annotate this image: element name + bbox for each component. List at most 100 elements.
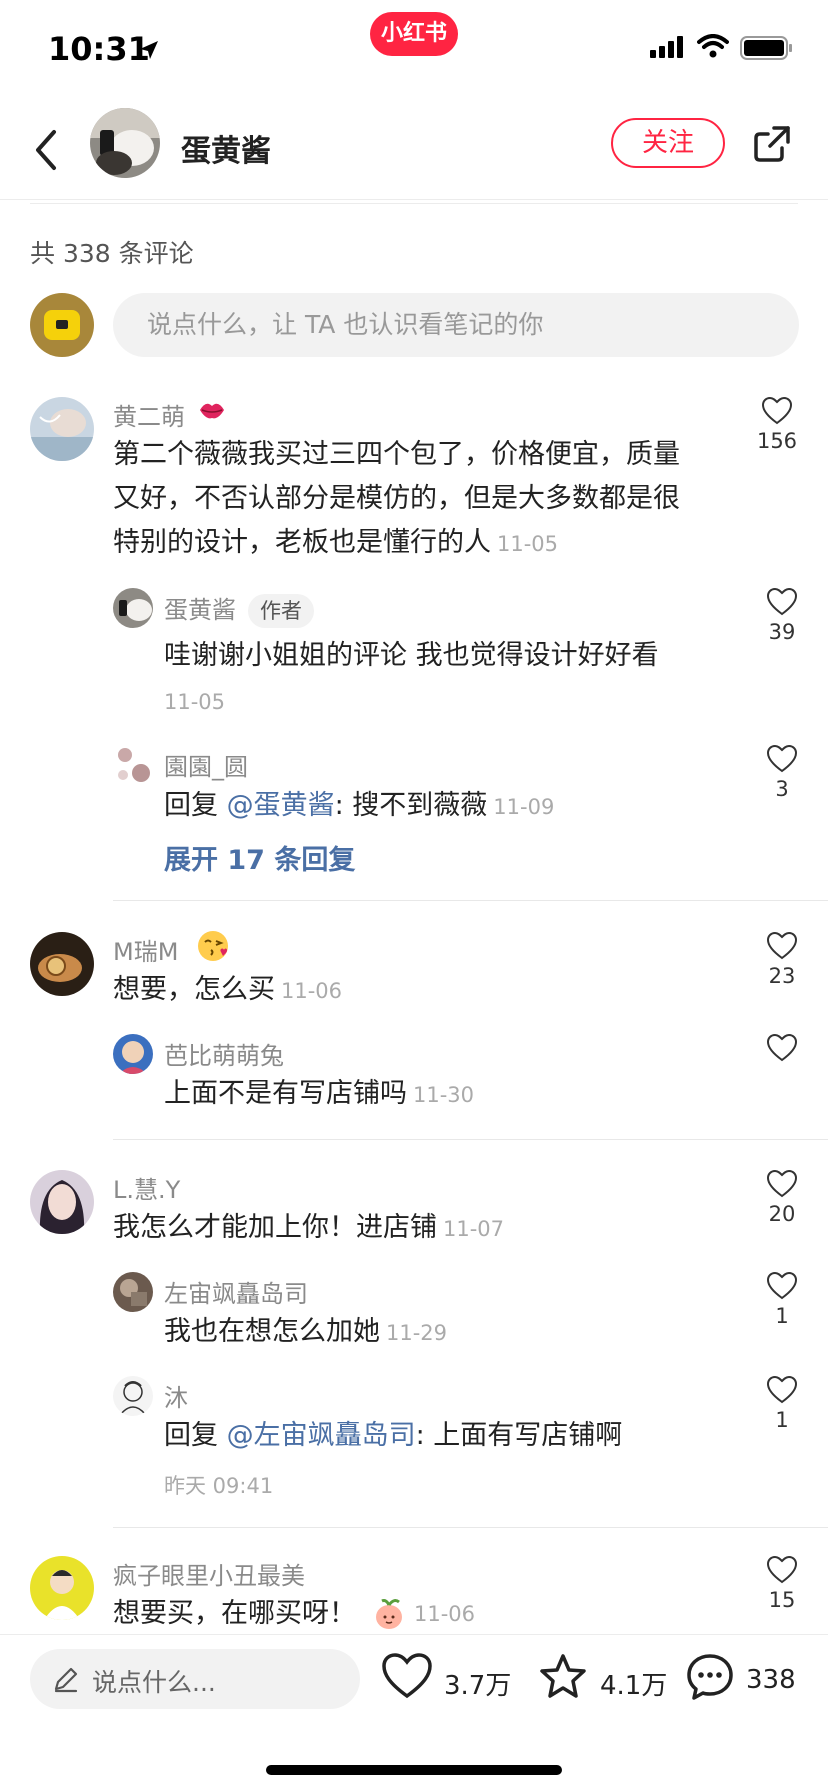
reply-like-button[interactable]: 39: [757, 588, 807, 644]
comment-like-button[interactable]: 15: [757, 1556, 807, 1612]
heart-icon: [767, 1170, 797, 1198]
commenter-avatar[interactable]: [30, 1170, 94, 1234]
commenter-name[interactable]: 疯子眼里小丑最美: [113, 1556, 305, 1591]
commenter-name[interactable]: L.慧.Y: [113, 1170, 180, 1205]
reply-text: 我也在想怎么加她 11-29: [164, 1316, 448, 1347]
comment-button[interactable]: 338: [686, 1653, 816, 1707]
commenter-avatar[interactable]: [30, 397, 94, 461]
like-count: 1: [775, 1408, 789, 1432]
reply-like-button[interactable]: 1: [757, 1272, 807, 1328]
like-count: 3: [775, 777, 789, 801]
replier-name[interactable]: 芭比萌萌兔: [164, 1036, 284, 1071]
wifi-icon: [697, 34, 729, 58]
star-icon: [540, 1654, 586, 1698]
reply-date: 昨天 09:41: [164, 1474, 274, 1498]
comment-text: 我怎么才能加上你！进店铺 11-07: [113, 1212, 505, 1243]
comment-like-button[interactable]: 20: [757, 1170, 807, 1226]
pencil-icon: [54, 1667, 78, 1693]
author-name[interactable]: 蛋黄酱: [181, 126, 271, 170]
peach-emoji-icon: [376, 1599, 402, 1629]
replier-avatar[interactable]: [113, 745, 153, 785]
like-count: 39: [768, 620, 796, 644]
expand-replies-link[interactable]: 展开 17 条回复: [164, 838, 355, 877]
collect-total: 4.1万: [600, 1671, 668, 1701]
home-indicator[interactable]: [266, 1765, 562, 1775]
reply-like-button[interactable]: [757, 1034, 807, 1066]
author-avatar[interactable]: [90, 108, 160, 178]
comment-date: 11-06: [281, 979, 343, 1003]
commenter-name[interactable]: M瑞M: [113, 932, 178, 967]
commenter-avatar[interactable]: [30, 932, 94, 996]
comment-text: 想要买，在哪买呀！: [113, 1598, 356, 1629]
replier-avatar[interactable]: [113, 588, 153, 628]
comment-divider: [113, 1139, 828, 1140]
comment-divider: [113, 900, 828, 901]
like-total: 3.7万: [444, 1671, 512, 1701]
like-count: 15: [768, 1588, 796, 1612]
replier-avatar[interactable]: [113, 1376, 153, 1416]
mention-link[interactable]: @左宙飒矗岛司: [227, 1420, 416, 1451]
heart-icon: [767, 745, 797, 773]
chat-bubble-icon: [687, 1654, 733, 1700]
my-avatar: [30, 293, 94, 357]
reply-like-button[interactable]: 1: [757, 1376, 807, 1432]
collect-button[interactable]: 4.1万: [538, 1653, 668, 1707]
cellular-signal-icon: [650, 36, 683, 58]
reply-text: 回复 @蛋黄酱: 搜不到薇薇 11-09: [164, 790, 555, 821]
follow-button[interactable]: 关注: [611, 118, 725, 168]
replier-avatar[interactable]: [113, 1034, 153, 1074]
comment-count: 共 338 条评论: [30, 239, 194, 268]
reply-date: 11-29: [386, 1321, 448, 1345]
comment-divider: [113, 1527, 828, 1528]
like-count: 20: [768, 1202, 796, 1226]
replier-avatar[interactable]: [113, 1272, 153, 1312]
replier-name[interactable]: 沐: [164, 1378, 188, 1413]
like-count: 156: [756, 429, 798, 453]
replier-name[interactable]: 蛋黄酱 作者: [164, 590, 314, 628]
heart-icon: [767, 1376, 797, 1404]
reply-text: 回复 @左宙飒矗岛司: 上面有写店铺啊: [164, 1420, 623, 1451]
replier-name[interactable]: 左宙飒矗岛司: [164, 1274, 308, 1309]
reply-date: 11-09: [493, 795, 555, 819]
mention-link[interactable]: @蛋黄酱: [227, 790, 335, 821]
commenter-name[interactable]: 黄二萌: [113, 397, 185, 432]
reply-text: 哇谢谢小姐姐的评论 我也觉得设计好好看: [164, 640, 659, 671]
heart-icon: [767, 1556, 797, 1584]
kiss-emoji-icon: [198, 931, 228, 961]
bottom-input-placeholder: 说点什么...: [92, 1668, 216, 1697]
comment-text: 想要，怎么买 11-06: [113, 974, 343, 1005]
location-arrow-icon: [140, 41, 158, 59]
comment-date: 11-06: [414, 1602, 476, 1626]
replier-name[interactable]: 園園_圆: [164, 747, 248, 782]
comment-date: 11-07: [443, 1217, 505, 1241]
app-badge: 小红书: [370, 12, 458, 56]
author-tag: 作者: [248, 594, 314, 628]
heart-icon: [767, 932, 797, 960]
reply-date: 11-30: [413, 1083, 475, 1107]
comment-input[interactable]: 说点什么，让 TA 也认识看笔记的你: [113, 293, 799, 357]
bottom-comment-input[interactable]: 说点什么...: [30, 1649, 360, 1709]
share-icon[interactable]: [752, 124, 792, 164]
comment-like-button[interactable]: 156: [752, 397, 802, 453]
comment-like-button[interactable]: 23: [757, 932, 807, 988]
header-divider: [30, 203, 798, 204]
reply-text: 上面不是有写店铺吗 11-30: [164, 1078, 475, 1109]
like-button[interactable]: 3.7万: [382, 1653, 512, 1707]
comment-total: 338: [746, 1665, 796, 1695]
comment-date: 11-05: [497, 532, 559, 556]
reply-like-button[interactable]: 3: [757, 745, 807, 801]
like-count: 23: [768, 964, 796, 988]
status-time: 10:31: [48, 30, 150, 68]
lips-emoji-icon: [200, 403, 224, 419]
heart-icon: [762, 397, 792, 425]
battery-icon: [740, 36, 792, 60]
like-count: 1: [775, 1304, 789, 1328]
status-bar: 10:31 小红书: [0, 0, 828, 100]
back-chevron-icon[interactable]: [26, 124, 66, 176]
reply-date: 11-05: [164, 690, 226, 714]
heart-icon: [382, 1653, 432, 1699]
heart-icon: [767, 1034, 797, 1062]
comment-text: 第二个薇薇我买过三四个包了，价格便宜，质量 又好，不否认部分是模仿的，但是大多数…: [113, 439, 680, 558]
commenter-avatar[interactable]: [30, 1556, 94, 1620]
heart-icon: [767, 1272, 797, 1300]
